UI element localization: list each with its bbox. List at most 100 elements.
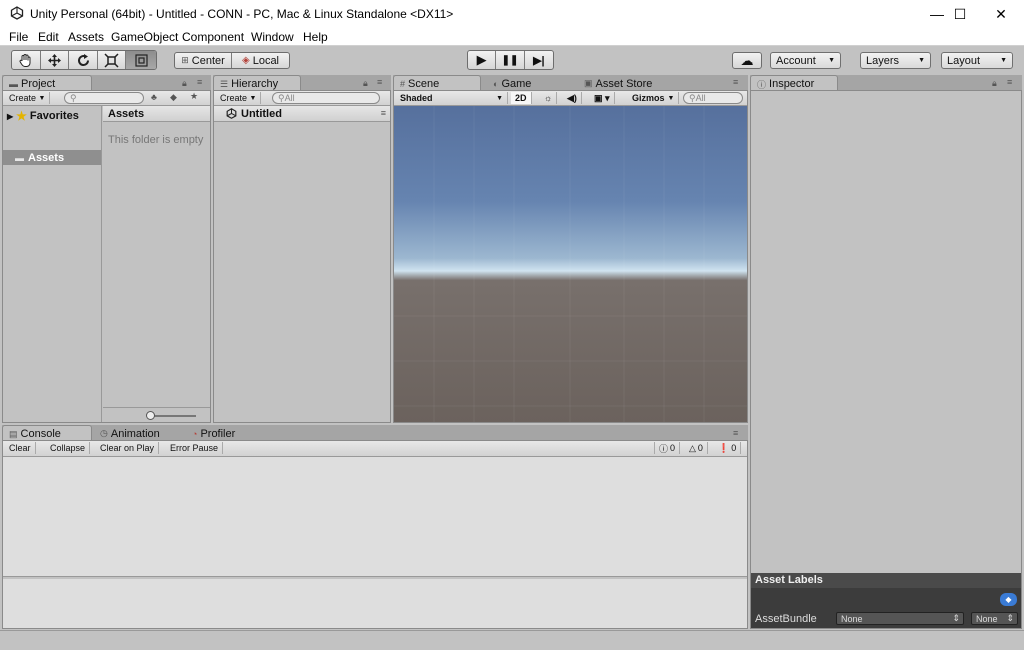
tab-hierarchy[interactable]: ☰ Hierarchy	[213, 75, 301, 91]
rotate-tool-button[interactable]	[69, 51, 98, 69]
close-button[interactable]: ✕	[978, 0, 1024, 28]
gizmos-dropdown[interactable]: Gizmos ▼	[628, 92, 680, 104]
error-count: 0	[731, 443, 737, 453]
menu-bar: File Edit Assets GameObject Component Wi…	[0, 28, 1024, 46]
menu-file[interactable]: File	[9, 30, 28, 44]
list-icon: ☰	[220, 78, 229, 89]
console-clear-on-play-button[interactable]: Clear on Play	[96, 442, 160, 454]
shading-label: Shaded	[400, 93, 433, 103]
pivot-center-button[interactable]: ⊞ Center	[175, 53, 233, 68]
tab-console[interactable]: ▤ Console	[2, 425, 92, 441]
scale-icon	[104, 52, 119, 68]
hierarchy-toolbar: Create ▼ ⚲ All	[214, 91, 390, 106]
menu-gameobject[interactable]: GameObject	[111, 30, 178, 44]
console-error-pause-button[interactable]: Error Pause	[166, 442, 224, 454]
tab-hierarchy-label: Hierarchy	[231, 78, 279, 90]
speaker-icon: ◀)	[567, 92, 577, 103]
tag-icon[interactable]: ◆	[1000, 593, 1017, 606]
lock-icon[interactable]: 🔒︎	[363, 78, 368, 89]
hand-tool-button[interactable]	[12, 51, 41, 69]
step-button[interactable]: ▶|	[525, 51, 553, 69]
scale-tool-button[interactable]	[98, 51, 127, 69]
zoom-slider-handle[interactable]	[146, 411, 155, 420]
pivot-space-button[interactable]: ◈ Local	[232, 53, 289, 68]
project-toolbar: Create ▼ ⚲ ♣ ◆ ★	[3, 91, 210, 106]
scene-viewport[interactable]	[394, 106, 747, 422]
tab-asset-store[interactable]: ▣ Asset Store	[578, 75, 658, 91]
gizmos-label: Gizmos	[632, 93, 665, 103]
scene-search-input[interactable]: ⚲ All	[683, 92, 743, 104]
hierarchy-search-input[interactable]: ⚲ All	[272, 92, 380, 104]
console-clear-button[interactable]: Clear	[5, 442, 36, 454]
console-collapse-button[interactable]: Collapse	[46, 442, 91, 454]
layers-dropdown[interactable]: Layers ▼	[860, 52, 931, 69]
lock-icon[interactable]: 🔒︎	[992, 78, 997, 89]
console-log-list[interactable]	[3, 457, 747, 577]
favorites-item[interactable]: ▶ ★ Favorites	[7, 109, 79, 123]
tab-game[interactable]: ◐ Game	[487, 75, 537, 91]
console-error-toggle[interactable]: ❗ 0	[714, 442, 742, 454]
space-label: Local	[252, 54, 279, 67]
tab-profiler[interactable]: ◔ Profiler	[186, 425, 241, 441]
panel-menu-icon[interactable]: ≡	[197, 77, 202, 87]
console-warning-toggle[interactable]: △ 0	[685, 442, 708, 454]
menu-component[interactable]: Component	[182, 30, 244, 44]
favorites-label: Favorites	[29, 110, 79, 122]
panel-menu-icon[interactable]: ≡	[1007, 77, 1012, 87]
transform-tools	[11, 50, 157, 70]
tab-scene[interactable]: # Scene	[393, 75, 481, 91]
error-icon: ❗	[718, 442, 730, 453]
label-tag-icon[interactable]: ◆	[170, 92, 177, 103]
panel-menu-icon[interactable]: ≡	[733, 77, 738, 87]
scene-menu-icon[interactable]: ≡	[381, 108, 386, 118]
panel-menu-icon[interactable]: ≡	[377, 77, 382, 87]
console-detail-area[interactable]	[3, 579, 747, 628]
cloud-button[interactable]: ☁	[732, 52, 762, 69]
star-icon[interactable]: ★	[190, 91, 198, 102]
zoom-slider-track[interactable]	[148, 415, 196, 417]
tab-project[interactable]: ▬ Project	[2, 75, 92, 91]
tab-asset-store-label: Asset Store	[595, 77, 653, 90]
menu-edit[interactable]: Edit	[38, 30, 59, 44]
tab-animation[interactable]: ◷ Animation	[94, 425, 166, 441]
chevron-down-icon: ▼	[918, 57, 925, 64]
lock-icon[interactable]: 🔒︎	[182, 78, 187, 89]
scene-effects-button[interactable]: ▣ ▾	[590, 92, 615, 104]
menu-window[interactable]: Window	[251, 30, 294, 44]
rect-tool-button[interactable]	[126, 51, 156, 69]
assets-tree-label: Assets	[28, 151, 65, 164]
toggle-2d-button[interactable]: 2D	[511, 92, 532, 104]
filter-type-icon[interactable]: ♣	[151, 92, 157, 102]
layout-dropdown[interactable]: Layout ▼	[941, 52, 1013, 69]
console-info-toggle[interactable]: ⓘ 0	[654, 442, 681, 454]
project-create-button[interactable]: Create ▼	[5, 92, 51, 104]
assetbundle-dropdown[interactable]: None ⇕	[836, 612, 964, 625]
tab-scene-label: Scene	[408, 78, 440, 90]
menu-help[interactable]: Help	[303, 30, 328, 44]
playback-controls: ▶ ❚❚ ▶|	[467, 50, 554, 70]
scene-panel: Shaded ▼ 2D ☼ ◀) ▣ ▾ Gizmos ▼ ⚲ All	[393, 90, 748, 423]
maximize-button[interactable]: ☐	[937, 0, 983, 28]
account-dropdown[interactable]: Account ▼	[770, 52, 841, 69]
assetbundle-label: AssetBundle	[755, 613, 817, 625]
scene-header-row[interactable]: Untitled ≡	[214, 106, 390, 122]
shading-mode-dropdown[interactable]: Shaded ▼	[396, 92, 508, 104]
pause-button[interactable]: ❚❚	[496, 51, 525, 69]
warning-count: 0	[697, 443, 703, 453]
panel-menu-icon[interactable]: ≡	[733, 428, 738, 438]
project-search-input[interactable]: ⚲	[64, 92, 144, 104]
tab-inspector-label: Inspector	[769, 78, 815, 90]
move-tool-button[interactable]	[41, 51, 70, 69]
variant-dropdown[interactable]: None ⇕	[971, 612, 1018, 625]
tab-profiler-label: Profiler	[200, 427, 236, 440]
scene-audio-button[interactable]: ◀)	[563, 92, 582, 104]
tab-inspector[interactable]: ⓘ Inspector	[750, 75, 838, 91]
scene-lighting-button[interactable]: ☼	[540, 92, 558, 104]
menu-assets[interactable]: Assets	[68, 30, 104, 44]
expand-arrow-icon: ▶	[7, 111, 14, 121]
zoom-slider-bar	[103, 407, 210, 422]
hierarchy-create-button[interactable]: Create ▼	[216, 92, 262, 104]
assets-tree-item[interactable]: ▬ Assets	[3, 150, 101, 165]
play-button[interactable]: ▶	[468, 51, 497, 69]
account-label: Account	[776, 54, 816, 67]
